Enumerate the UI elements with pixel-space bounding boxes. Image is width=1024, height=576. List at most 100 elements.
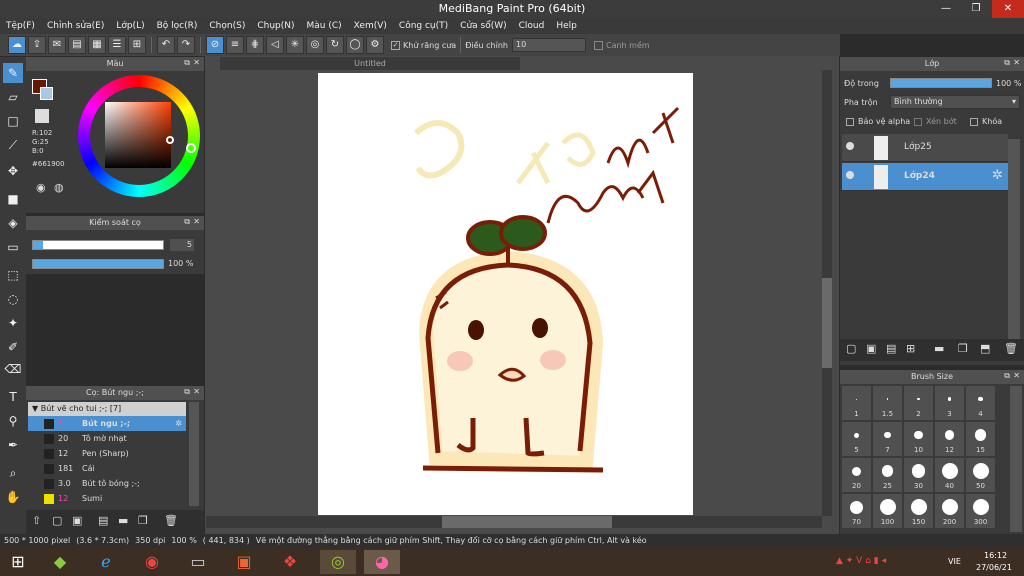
menu-view[interactable]: Xem(V) bbox=[348, 21, 393, 31]
popout-icon[interactable]: ⧉ bbox=[184, 58, 190, 68]
layer-row[interactable]: Lớp25 bbox=[842, 134, 1008, 162]
document-tab[interactable]: Untitled bbox=[220, 57, 520, 70]
fill-rect-tool-icon[interactable]: ■ bbox=[3, 189, 23, 209]
eyedropper-tool-icon[interactable]: ⌕ bbox=[3, 463, 23, 483]
explorer-icon[interactable]: ▭ bbox=[180, 550, 216, 574]
menu-layer[interactable]: Lớp(L) bbox=[110, 21, 150, 31]
snap-off-icon[interactable]: ⊘ bbox=[206, 36, 224, 54]
brush-size-cell[interactable]: 50 bbox=[966, 458, 995, 492]
rectangle-tool-icon[interactable]: □ bbox=[3, 111, 23, 131]
snap-parallel-icon[interactable]: ≡ bbox=[226, 36, 244, 54]
popout-icon[interactable]: ⧉ bbox=[1004, 371, 1010, 381]
brush-size-cell[interactable]: 100 bbox=[873, 494, 902, 528]
brush-size-cell[interactable]: 25 bbox=[873, 458, 902, 492]
brush-size-cell[interactable]: 10 bbox=[904, 422, 933, 456]
menu-select[interactable]: Chọn(S) bbox=[203, 21, 251, 31]
brush-size-cell[interactable]: 20 bbox=[842, 458, 871, 492]
select-eraser-tool-icon[interactable]: ⌫ bbox=[3, 359, 23, 379]
brush-add-icon[interactable]: ⇧ bbox=[32, 514, 41, 527]
windows-start-icon[interactable]: ⊞ bbox=[0, 550, 36, 574]
visibility-icon[interactable] bbox=[846, 171, 854, 179]
brush-item[interactable]: 20 Tô mờ nhạt bbox=[28, 431, 186, 446]
brush-scrollbar[interactable] bbox=[189, 402, 199, 506]
popout-icon[interactable]: ⧉ bbox=[184, 387, 190, 397]
snap-radial-icon[interactable]: ✳ bbox=[286, 36, 304, 54]
folder-icon[interactable]: ▬ bbox=[934, 342, 944, 355]
brush-size-cell[interactable]: 200 bbox=[935, 494, 964, 528]
brush-size-cell[interactable]: 2 bbox=[904, 386, 933, 420]
snap-ellipse-icon[interactable]: ◯ bbox=[346, 36, 364, 54]
popout-icon[interactable]: ⧉ bbox=[1004, 58, 1010, 68]
app-icon[interactable]: ❖ bbox=[272, 550, 308, 574]
menu-filter[interactable]: Bộ lọc(R) bbox=[151, 21, 204, 31]
close-icon[interactable]: ✕ bbox=[1013, 58, 1020, 67]
undo-icon[interactable]: ↶ bbox=[157, 36, 175, 54]
brush-item[interactable]: 3.0 Bút tô bóng ;-; bbox=[28, 476, 186, 491]
duplicate-icon[interactable]: ❐ bbox=[958, 342, 968, 355]
menu-cloud[interactable]: Cloud bbox=[513, 21, 551, 31]
layer-opacity-slider[interactable] bbox=[890, 78, 992, 88]
layer-menu-icon[interactable]: ⊞ bbox=[906, 342, 915, 355]
language-indicator[interactable]: VIE bbox=[948, 557, 961, 566]
protect-alpha-checkbox[interactable] bbox=[846, 118, 854, 126]
page-icon[interactable]: ▦ bbox=[88, 36, 106, 54]
move-tool-icon[interactable]: ✥ bbox=[3, 161, 23, 181]
merge-icon[interactable]: ⬒ bbox=[980, 342, 990, 355]
close-button[interactable]: ✕ bbox=[992, 0, 1024, 18]
divide-tool-icon[interactable]: ✒ bbox=[3, 435, 23, 455]
hand-tool-icon[interactable]: ✋ bbox=[3, 487, 23, 507]
close-icon[interactable]: ✕ bbox=[1013, 371, 1020, 380]
menu-window[interactable]: Cửa sổ(W) bbox=[454, 21, 512, 31]
menu-help[interactable]: Help bbox=[550, 21, 583, 31]
menu-file[interactable]: Tệp(F) bbox=[0, 21, 41, 31]
brush-item[interactable]: 5 Bút ngu ;-; ✲ bbox=[28, 416, 186, 431]
select-tool-icon[interactable]: ⬚ bbox=[3, 265, 23, 285]
brush-size-cell[interactable]: 5 bbox=[842, 422, 871, 456]
brush-size-cell[interactable]: 70 bbox=[842, 494, 871, 528]
brush-item[interactable]: 12 Sumi bbox=[28, 491, 186, 506]
menu-tools[interactable]: Công cụ(T) bbox=[393, 21, 454, 31]
brush-size-cell[interactable]: 4 bbox=[966, 386, 995, 420]
brush-size-cell[interactable]: 150 bbox=[904, 494, 933, 528]
adjust-input[interactable]: 10 bbox=[511, 38, 586, 52]
brush-size-cell[interactable]: 12 bbox=[935, 422, 964, 456]
list-icon[interactable]: ☰ bbox=[108, 36, 126, 54]
brush-size-cell[interactable]: 1 bbox=[842, 386, 871, 420]
tray-icons[interactable]: ▲ ✦ V ⌂ ▮ ◂ bbox=[836, 556, 886, 566]
ie-icon[interactable]: ℯ bbox=[88, 550, 124, 574]
grid-icon[interactable]: ⊞ bbox=[128, 36, 146, 54]
close-icon[interactable]: ✕ bbox=[193, 217, 200, 226]
antialias-checkbox[interactable]: ✓ bbox=[391, 40, 400, 50]
brush-opacity-slider[interactable] bbox=[32, 259, 164, 269]
share-icon[interactable]: ⇪ bbox=[28, 36, 46, 54]
folder-icon[interactable]: ▬ bbox=[118, 514, 128, 527]
select-pen-tool-icon[interactable]: ✐ bbox=[3, 337, 23, 357]
horizontal-scrollbar[interactable] bbox=[206, 516, 822, 528]
brush-size-slider[interactable] bbox=[32, 240, 164, 250]
gear-icon[interactable]: ✲ bbox=[175, 416, 182, 431]
blend-mode-select[interactable]: Bình thường ▾ bbox=[890, 95, 1020, 109]
popout-icon[interactable]: ⧉ bbox=[184, 217, 190, 227]
secondary-color-swatch[interactable] bbox=[40, 87, 53, 100]
brush-copy-icon[interactable]: ▤ bbox=[98, 514, 108, 527]
brush-size-cell[interactable]: 15 bbox=[966, 422, 995, 456]
menu-color[interactable]: Màu (C) bbox=[301, 21, 348, 31]
new-halftone-layer-icon[interactable]: ▣ bbox=[866, 342, 876, 355]
lock-checkbox[interactable] bbox=[970, 118, 978, 126]
edge-checkbox[interactable] bbox=[593, 40, 603, 50]
new-1bit-layer-icon[interactable]: ▤ bbox=[886, 342, 896, 355]
brush-new-icon[interactable]: ▢ bbox=[52, 514, 62, 527]
brush-size-cell[interactable]: 30 bbox=[904, 458, 933, 492]
brush-size-cell[interactable]: 7 bbox=[873, 422, 902, 456]
line-tool-icon[interactable]: ⟋ bbox=[3, 135, 23, 155]
brush-size-cell[interactable]: 1.5 bbox=[873, 386, 902, 420]
layer-settings-icon[interactable]: ✲ bbox=[992, 168, 1003, 183]
snap-vanish-icon[interactable]: ◁ bbox=[266, 36, 284, 54]
brush-menu-icon[interactable]: ▣ bbox=[72, 514, 82, 527]
layer-row[interactable]: Lớp24 ✲ bbox=[842, 163, 1008, 191]
minimize-button[interactable]: — bbox=[932, 0, 960, 18]
brush-item[interactable]: 181 Cái bbox=[28, 461, 186, 476]
chrome-icon[interactable]: ◉ bbox=[134, 550, 170, 574]
brush-group[interactable]: ▼ Bút vẽ cho tui ;-; [7] bbox=[28, 402, 186, 416]
clip-checkbox[interactable] bbox=[914, 118, 922, 126]
